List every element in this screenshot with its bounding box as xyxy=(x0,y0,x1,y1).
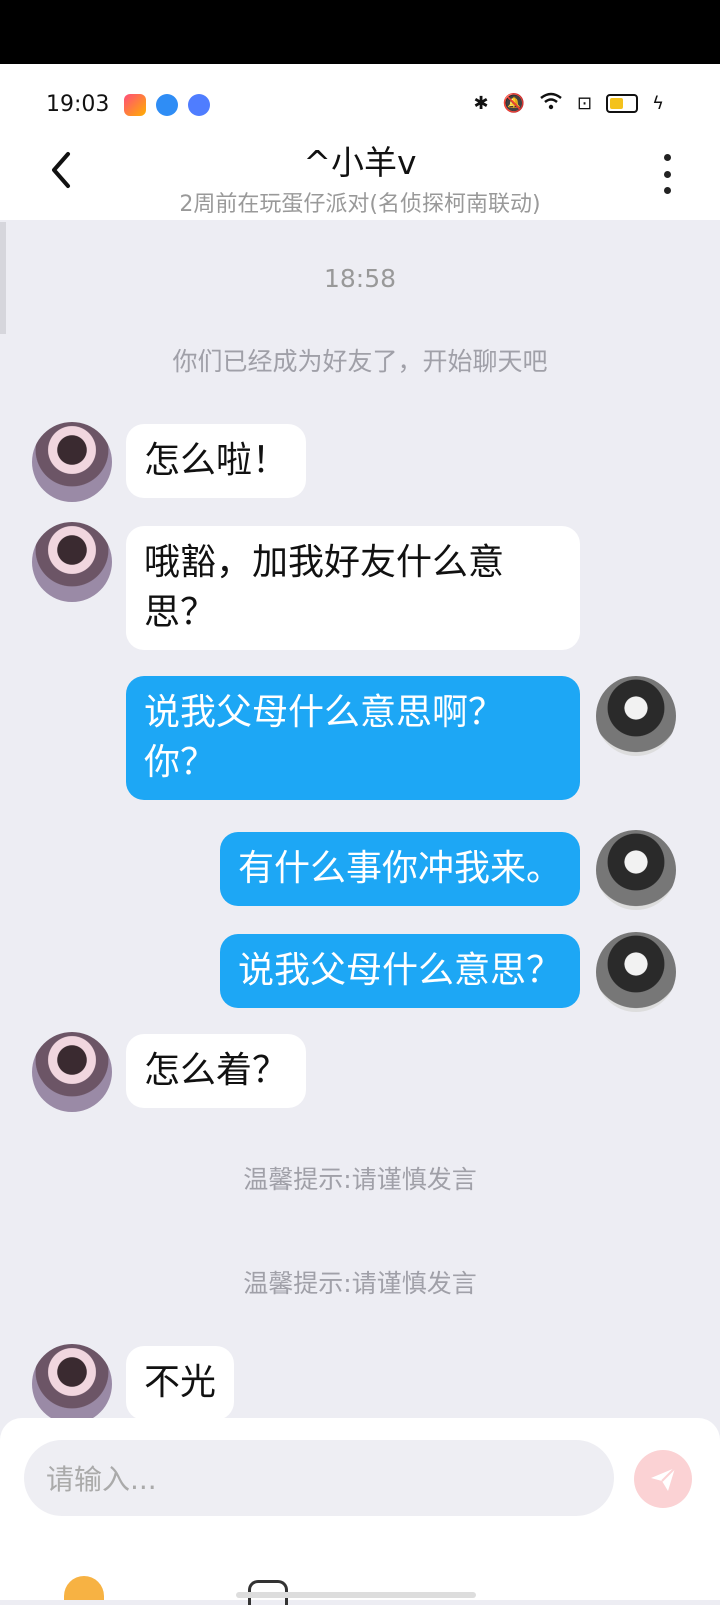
avatar[interactable] xyxy=(32,1032,112,1112)
warning-tip: 温馨提示:请谨慎发言 xyxy=(243,1269,477,1298)
toolbar-handle xyxy=(236,1592,476,1598)
charging-icon: ϟ xyxy=(652,93,664,114)
paw-notification-icon xyxy=(188,94,210,116)
status-time: 19:03 xyxy=(46,92,110,117)
top-black-bar xyxy=(0,0,720,64)
message-bubble-incoming[interactable]: 怎么啦！ xyxy=(126,424,307,498)
avatar[interactable] xyxy=(596,932,676,1012)
chat-timestamp: 18:58 xyxy=(323,264,397,293)
message-bubble-incoming[interactable]: 不光 xyxy=(126,1346,235,1420)
message-bubble-outgoing[interactable]: 说我父母什么意思啊？你？ xyxy=(126,676,580,800)
message-bubble-incoming[interactable]: 怎么着？ xyxy=(126,1034,307,1108)
avatar[interactable] xyxy=(32,1344,112,1424)
avatar[interactable] xyxy=(32,522,112,602)
warning-tip: 温馨提示:请谨慎发言 xyxy=(243,1165,477,1194)
more-dot xyxy=(663,154,671,161)
message-bubble-outgoing[interactable]: 有什么事你冲我来。 xyxy=(219,832,580,906)
message-input[interactable] xyxy=(44,1440,588,1518)
message-bubble-incoming[interactable]: 哦豁，加我好友什么意思？ xyxy=(126,526,580,650)
bluetooth-icon: ✱ xyxy=(473,93,489,114)
message-input-container xyxy=(24,1440,614,1518)
avatar[interactable] xyxy=(32,422,112,502)
battery-icon xyxy=(606,94,639,113)
emoji-icon[interactable] xyxy=(64,1576,104,1600)
wifi-icon xyxy=(539,92,563,115)
browser-notification-icon xyxy=(156,94,178,116)
status-app-icons xyxy=(124,94,210,116)
message-bubble-outgoing[interactable]: 说我父母什么意思？ xyxy=(219,934,580,1008)
more-dot xyxy=(663,170,671,178)
send-icon[interactable] xyxy=(634,1450,692,1508)
avatar[interactable] xyxy=(596,830,676,910)
app-notification-icon xyxy=(124,94,146,116)
bottom-toolbar xyxy=(0,1572,720,1605)
chat-title: ^小羊v xyxy=(303,143,417,182)
system-friend-message: 你们已经成为好友了，开始聊天吧 xyxy=(172,347,548,376)
chat-subtitle: 2周前在玩蛋仔派对(名侦探柯南联动) xyxy=(179,192,541,217)
status-right-icons: ✱ 🔕 ⊡ ϟ xyxy=(474,92,664,115)
more-dot xyxy=(663,187,671,194)
more-vert-icon[interactable] xyxy=(662,154,672,194)
screen-icon: ⊡ xyxy=(577,93,593,114)
avatar[interactable] xyxy=(596,676,676,756)
mute-icon: 🔕 xyxy=(502,93,526,114)
